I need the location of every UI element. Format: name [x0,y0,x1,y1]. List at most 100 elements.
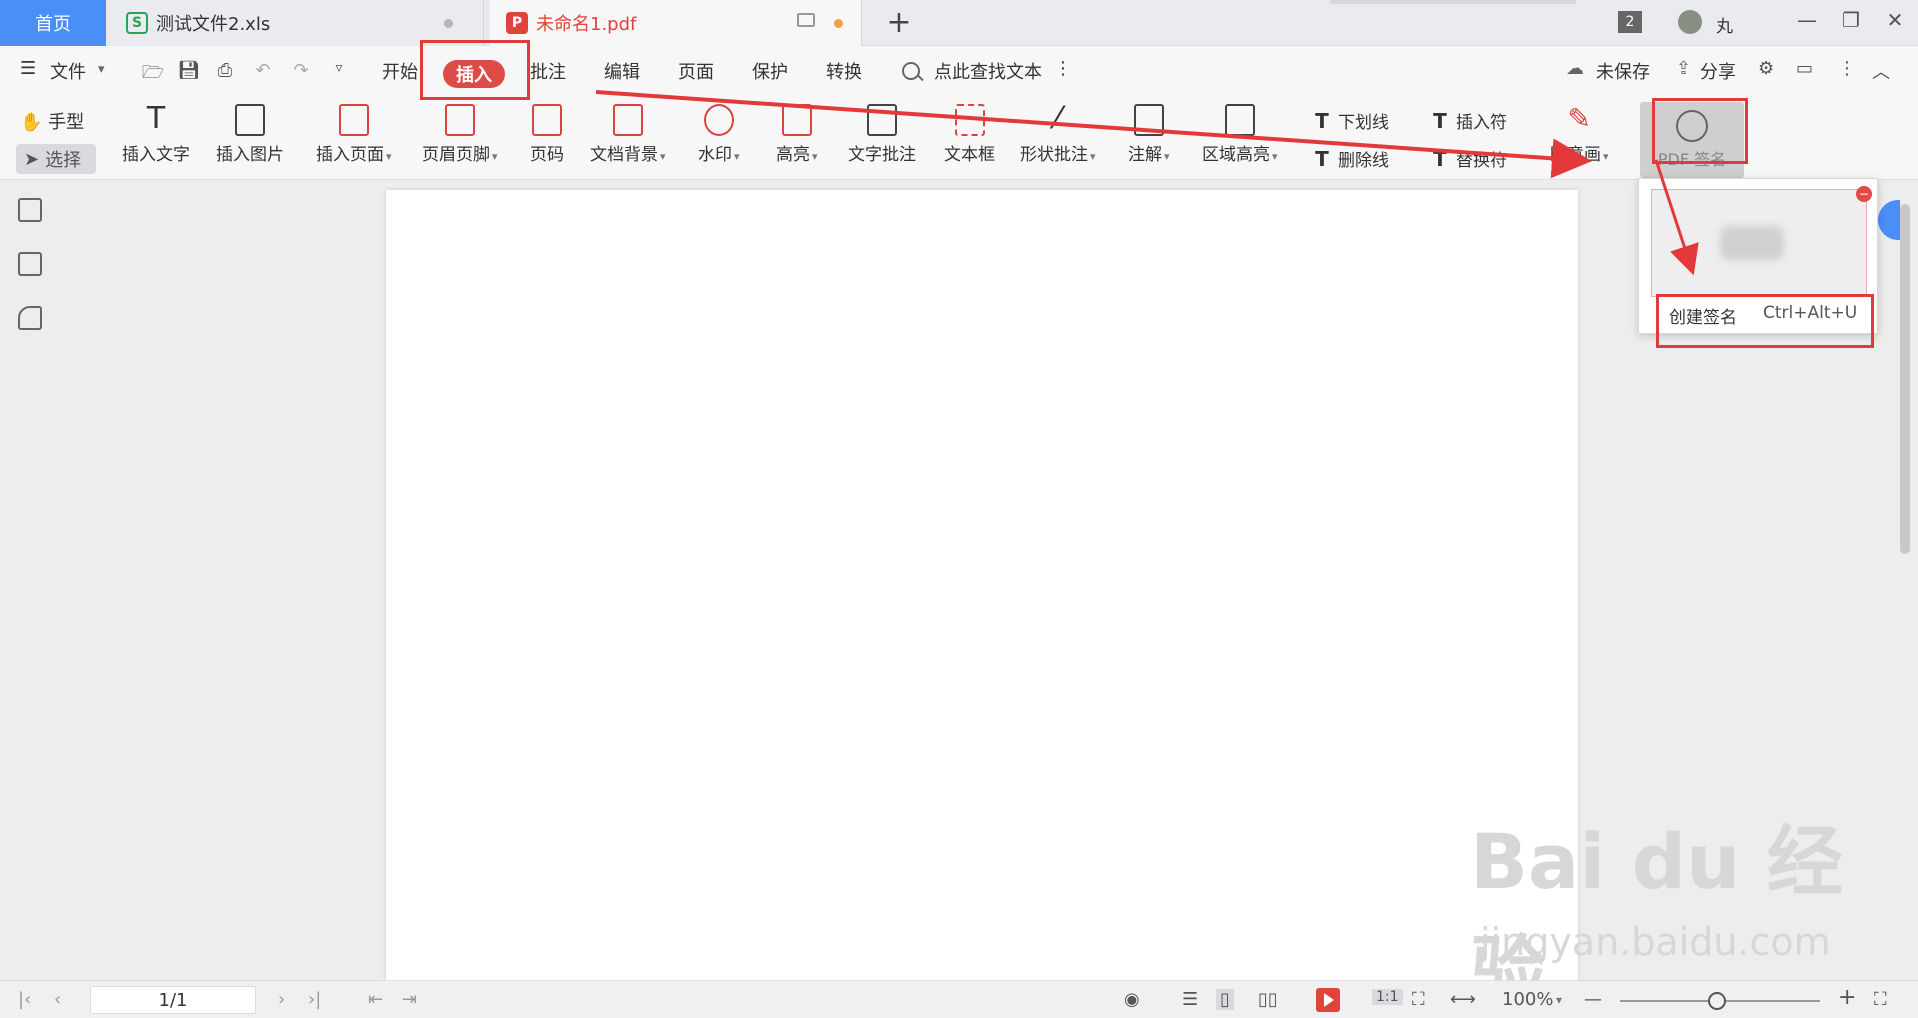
continuous-view-icon[interactable]: ☰ [1182,989,1198,1010]
fit-page-icon[interactable]: ⛶ [1412,989,1425,1010]
highlight-button[interactable]: 高亮 [776,104,818,165]
menu-start[interactable]: 开始 [382,58,418,84]
replace-mark-button[interactable]: T 替换符 [1430,146,1507,172]
insert-mark-button[interactable]: T 插入符 [1430,108,1507,134]
find-text-input[interactable]: 点此查找文本 [934,58,1042,84]
zoom-slider-knob[interactable] [1708,992,1726,1010]
highlight-box-pdf-sign [1652,98,1748,164]
page-number-input[interactable]: 1/1 [90,986,256,1014]
forward-icon[interactable]: ⇥ [402,989,417,1010]
tab-bar: 首页 S 测试文件2.xls P 未命名1.pdf + 2 丸 — ❐ ✕ [0,0,1918,46]
more-vertical-icon[interactable]: ⋮ [1054,58,1072,79]
close-icon[interactable]: ✕ [1880,8,1910,32]
zoom-out-icon[interactable]: — [1584,989,1602,1010]
share-button[interactable]: 分享 [1700,58,1736,84]
user-name[interactable]: 丸 [1716,12,1733,37]
feedback-icon[interactable]: ▭ [1796,58,1813,79]
double-page-view-icon[interactable]: ▯▯ [1258,989,1278,1010]
strikethrough-label: 删除线 [1338,151,1389,171]
document-page[interactable] [386,190,1578,980]
underline-button[interactable]: T 下划线 [1312,108,1389,134]
zoom-level[interactable]: 100% [1502,989,1553,1010]
save-icon[interactable]: 💾︎ [176,60,202,84]
replace-mark-icon: T [1433,146,1447,171]
next-page-icon[interactable]: › [278,989,285,1010]
redo-icon[interactable]: ↷ [288,60,314,84]
hand-tool[interactable]: ✋ 手型 [20,108,84,134]
select-label: 选择 [45,150,82,171]
header-footer-icon [444,104,475,136]
zoom-in-icon[interactable]: + [1838,985,1856,1010]
menu-page[interactable]: 页面 [678,58,714,84]
first-page-icon[interactable]: |‹ [18,989,31,1010]
play-icon[interactable] [1316,988,1340,1012]
chevron-down-icon[interactable]: ▾ [98,62,105,77]
eye-icon[interactable]: ◉ [1124,989,1140,1010]
floating-assistant[interactable] [1878,200,1900,240]
last-page-icon[interactable]: ›| [308,989,321,1010]
restore-icon[interactable]: ❐ [1836,8,1866,32]
saved-signature-thumbnail[interactable]: − [1651,186,1872,297]
settings-gear-icon[interactable]: ⚙ [1758,58,1774,79]
doc-background-button[interactable]: 文档背景 [590,104,666,165]
prev-page-icon[interactable]: ‹ [54,989,61,1010]
freehand-button[interactable]: ✎ 随意画 [1550,102,1609,166]
zoom-dropdown-icon[interactable]: ▾ [1556,993,1562,1007]
menu-convert[interactable]: 转换 [826,58,862,84]
actual-size-icon[interactable]: 1:1 [1372,989,1403,1005]
new-tab-button[interactable]: + [884,6,914,40]
insert-page-button[interactable]: 插入页面 [316,104,392,165]
signature-image [1720,226,1784,260]
back-icon[interactable]: ⇤ [368,989,383,1010]
avatar[interactable] [1678,10,1702,34]
print-icon[interactable]: ⎙ [212,60,238,84]
tab-home[interactable]: 首页 [0,0,106,46]
menu-comment[interactable]: 批注 [530,58,566,84]
watermark-button[interactable]: 水印 [698,104,740,165]
undo-icon[interactable]: ↶ [250,60,276,84]
underline-icon: T [1315,108,1329,133]
strikethrough-button[interactable]: T 删除线 [1312,146,1389,172]
select-tool[interactable]: ➤ 选择 [16,144,96,174]
tab-pdf-file[interactable]: P 未命名1.pdf [490,0,862,46]
minimize-icon[interactable]: — [1792,8,1822,32]
unsaved-status[interactable]: 未保存 [1596,58,1650,84]
window-count-badge[interactable]: 2 [1618,11,1642,33]
pen-icon: ✎ [1567,102,1591,135]
remove-signature-icon[interactable]: − [1856,186,1872,202]
page-number-button[interactable]: 页码 [530,104,564,165]
monitor-icon[interactable] [797,13,815,27]
unsaved-dot-icon[interactable] [834,19,843,28]
menu-protect[interactable]: 保护 [752,58,788,84]
header-footer-button[interactable]: 页眉页脚 [422,104,498,165]
insert-text-button[interactable]: T 插入文字 [122,104,190,166]
outline-icon[interactable] [18,198,42,222]
more-options-icon[interactable]: ⋮ [1838,58,1856,79]
menu-edit[interactable]: 编辑 [604,58,640,84]
scroll-thumb[interactable] [1900,204,1910,554]
baidu-watermark: Bai du 经验 jingyan.baidu.com [1470,800,1890,1016]
open-folder-icon[interactable]: 🗁 [140,60,166,84]
fullscreen-icon[interactable]: ⛶ [1874,989,1887,1010]
hamburger-icon[interactable]: ☰ [20,58,36,79]
area-highlight-label: 区域高亮 [1202,140,1278,165]
quick-access-dropdown-icon[interactable]: ▿ [326,60,352,84]
vertical-scrollbar[interactable] [1898,190,1912,980]
single-page-view-icon[interactable]: ▯ [1216,989,1234,1010]
doc-background-label: 文档背景 [590,140,666,165]
collapse-ribbon-icon[interactable]: ︿ [1872,58,1890,84]
fit-width-icon[interactable]: ⟷ [1450,989,1476,1010]
shape-comment-button[interactable]: ⁄ 形状批注 [1020,104,1096,166]
text-comment-icon [867,104,897,136]
menu-file[interactable]: 文件 [50,58,86,84]
close-dot-icon[interactable] [444,19,453,28]
search-icon[interactable] [902,62,920,80]
insert-image-button[interactable]: 插入图片 [216,104,284,165]
text-box-button[interactable]: 文本框 [944,104,995,165]
area-highlight-button[interactable]: 区域高亮 [1202,104,1278,165]
tab-label: 未命名1.pdf [536,14,637,35]
thumbnail-icon[interactable] [18,252,42,276]
signature-panel-icon[interactable] [18,306,42,330]
text-comment-button[interactable]: 文字批注 [848,104,916,165]
annotation-button[interactable]: 注解 [1128,104,1170,165]
